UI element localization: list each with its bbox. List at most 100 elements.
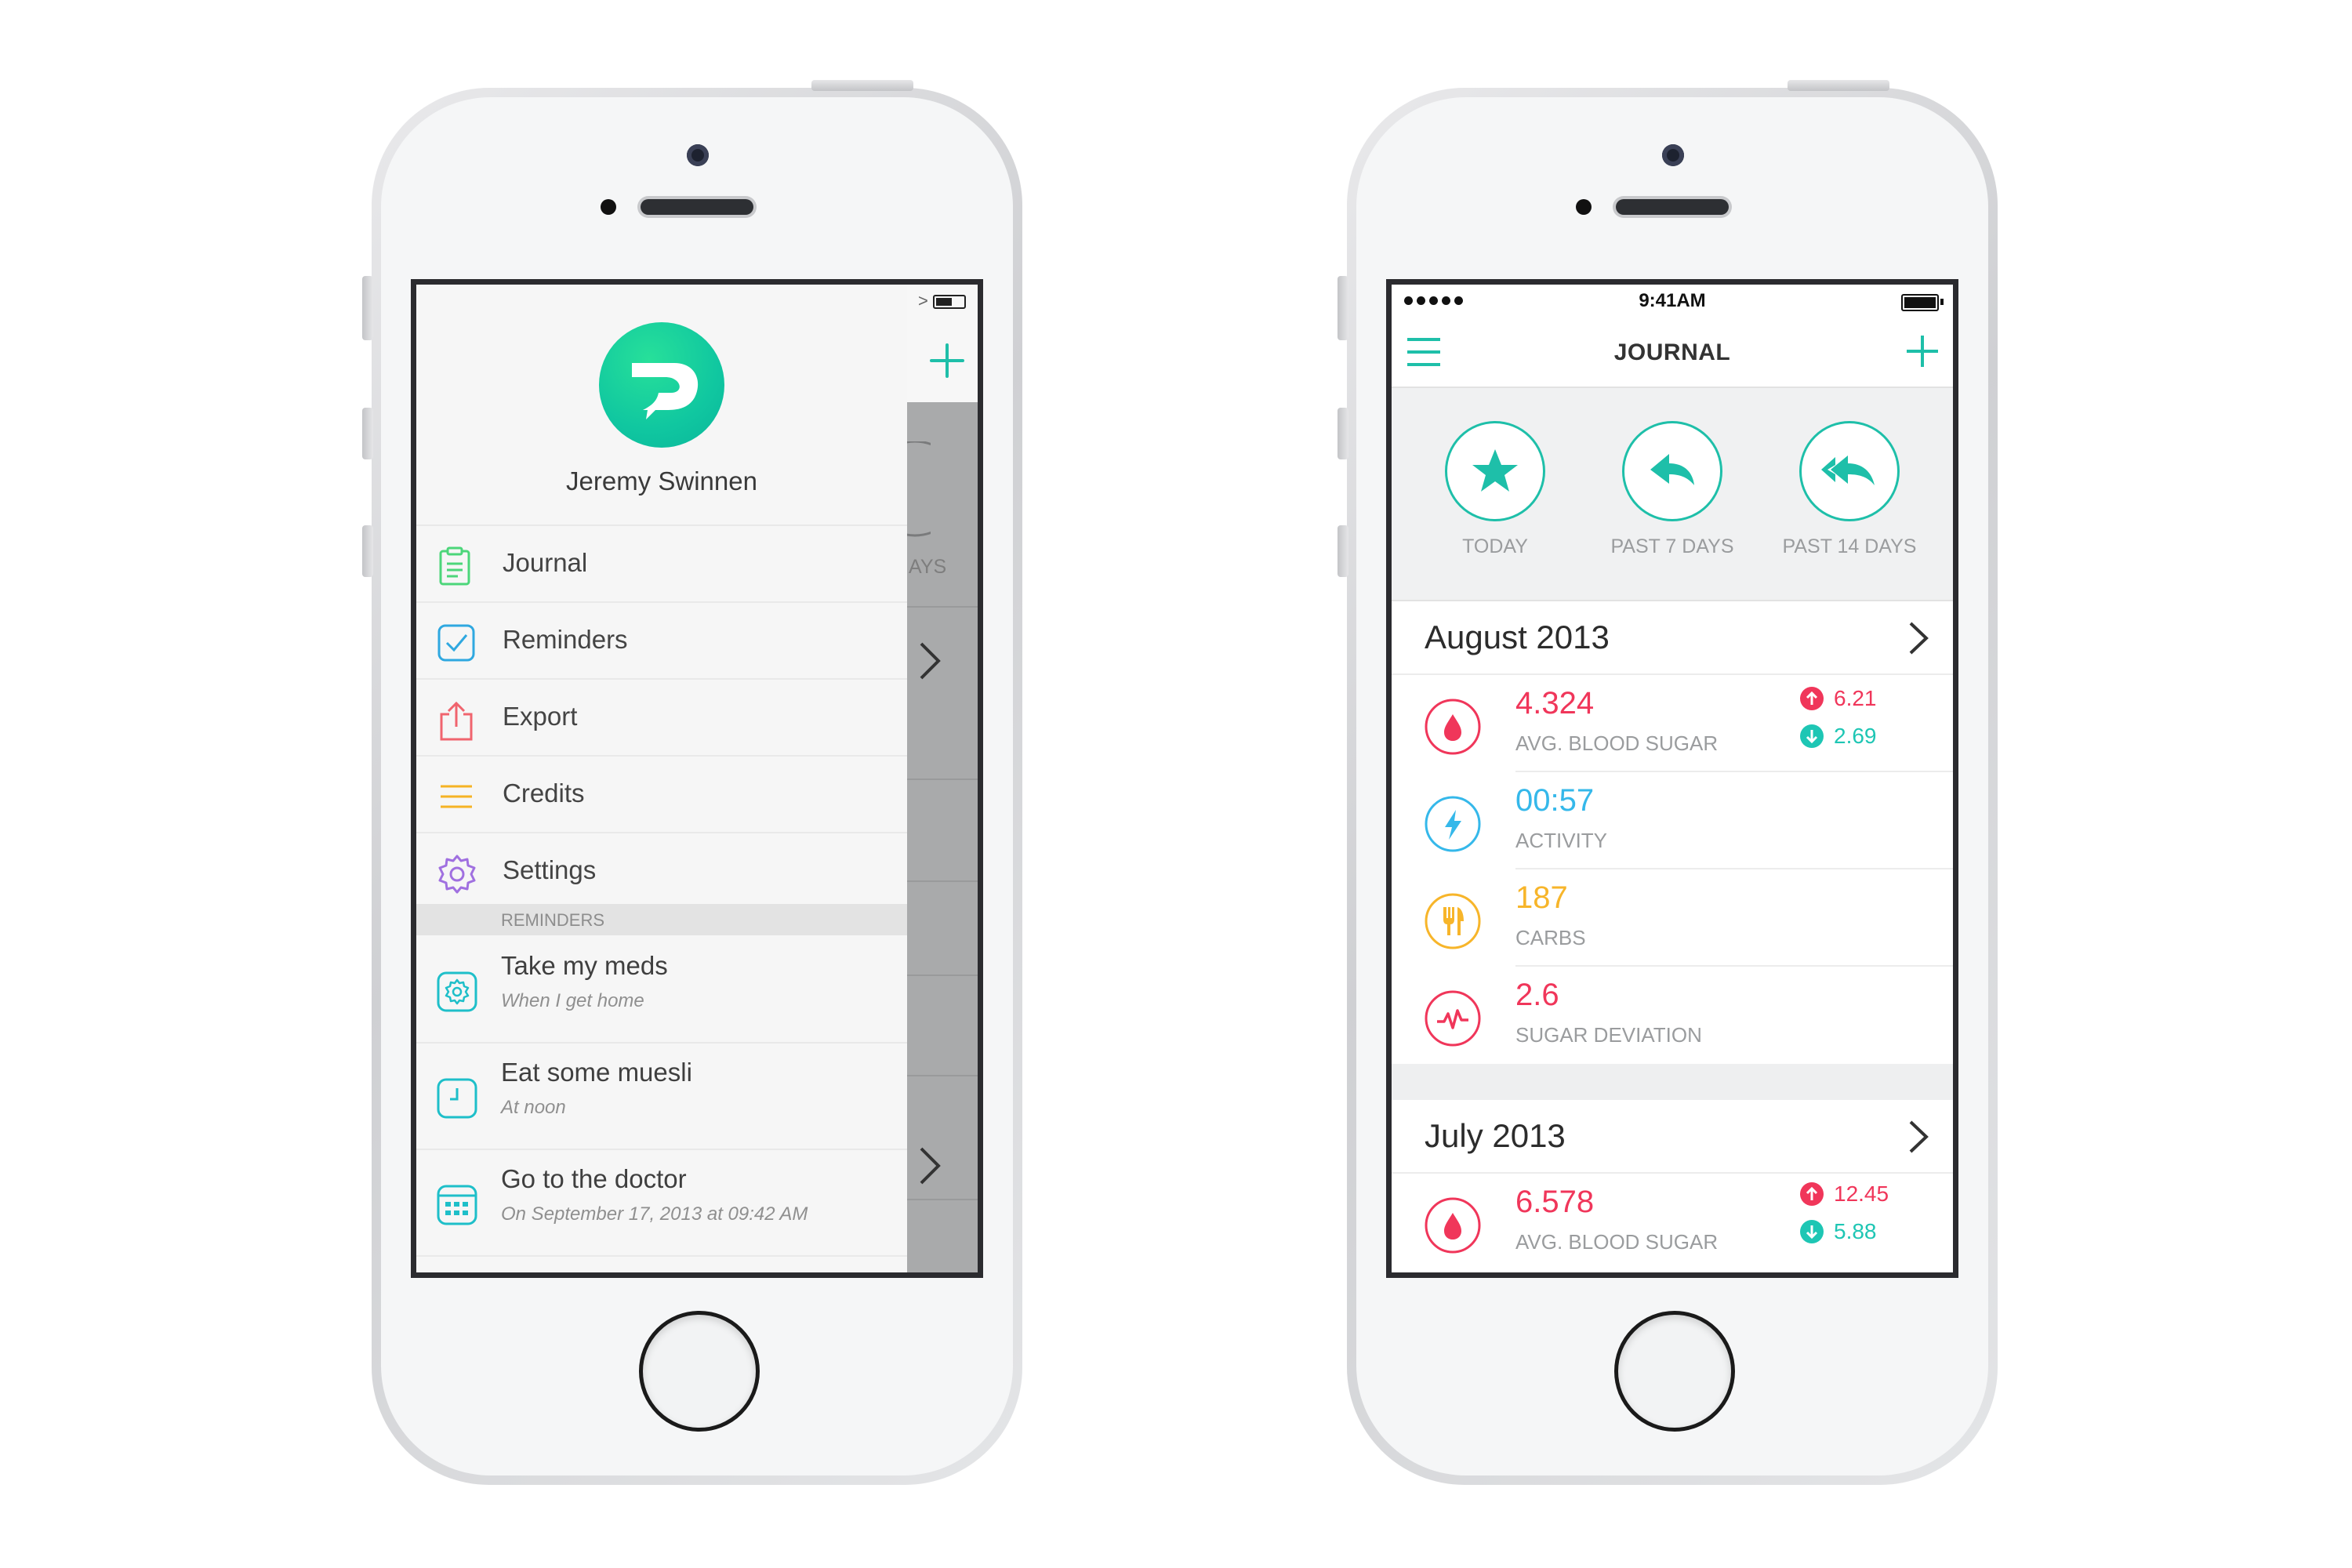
user-name: Jeremy Swinnen [566,466,757,495]
stat-avg-blood-sugar[interactable]: 4.324 AVG. BLOOD SUGAR 6.21 2.69 [1392,675,1953,772]
front-camera [687,144,709,166]
reminder-item[interactable]: Go to the doctor On September 17, 2013 a… [416,1149,907,1257]
divider [907,1199,978,1200]
stat-label: SUGAR DEVIATION [1515,1023,1702,1047]
reminders-section-header: REMINDERS [416,904,907,935]
stat-carbs[interactable]: 187 CARBS [1392,869,1953,967]
power-button [1788,80,1889,91]
divider [907,975,978,976]
stat-label: AVG. BLOOD SUGAR [1515,1230,1719,1254]
arrow-down-circle-icon [1800,724,1824,748]
stat-label: AVG. BLOOD SUGAR [1515,731,1719,755]
filter-button[interactable] [1622,421,1722,521]
divider [907,606,978,608]
month-title: August 2013 [1425,619,1610,655]
month-header-august[interactable]: August 2013 [1392,601,1953,675]
stat-label: ACTIVITY [1515,829,1608,852]
plus-icon[interactable] [1904,333,1940,373]
menu-item-journal[interactable]: Journal [416,524,907,603]
divider [907,779,978,780]
period-filters: TODAY PAST 7 DAYS PAST 14 DAYS [1392,388,1953,601]
proximity-sensor [1576,199,1592,215]
section-header-label: REMINDERS [501,910,605,930]
filter-label: PAST 14 DAYS [1782,535,1917,557]
earpiece-speaker [1616,199,1729,215]
menu-item-export[interactable]: Export [416,678,907,757]
stat-value: 4.324 [1515,686,1595,720]
clipboard-icon [437,546,473,586]
reminder-subtitle: On September 17, 2013 at 09:42 AM [501,1203,808,1225]
delta-down-value: 5.88 [1834,1219,1877,1243]
battery-tip [1940,299,1944,305]
stat-value: 2.6 [1515,978,1559,1012]
checkbox-icon [437,623,476,662]
list-lines-icon [437,777,476,816]
delta-down: 5.88 [1799,1219,1877,1244]
delta-up-value: 12.45 [1834,1181,1889,1206]
delta-down-value: 2.69 [1834,724,1877,748]
volume-down-button [1338,525,1348,577]
calendar-icon [437,1185,477,1225]
volume-up-button [1338,408,1348,459]
menu-item-credits[interactable]: Credits [416,755,907,833]
page-title: JOURNAL [1613,339,1731,365]
avatar[interactable] [599,322,724,448]
filter-past-7-days[interactable]: PAST 7 DAYS [1584,421,1760,558]
nav-bar: JOURNAL [1392,316,1953,388]
menu-item-label: Credits [503,779,585,808]
background-filter-label: AYS [909,556,947,578]
clock-icon [437,1078,477,1119]
reminder-subtitle: When I get home [501,990,644,1011]
proximity-sensor [601,199,616,215]
reminder-subtitle: At noon [501,1097,566,1118]
share-icon [437,700,476,741]
chevron-right-icon [920,642,941,680]
filter-button[interactable] [1445,421,1545,521]
plus-icon[interactable] [927,341,967,380]
background-navbar: > [907,285,978,402]
stat-avg-blood-sugar[interactable]: 6.578 AVG. BLOOD SUGAR 12.45 5.88 [1392,1174,1953,1271]
stat-sugar-deviation[interactable]: 2.6 SUGAR DEVIATION [1392,967,1953,1064]
gear-icon [437,854,477,895]
menu-item-reminders[interactable]: Reminders [416,601,907,680]
filter-label: TODAY [1462,535,1528,557]
volume-down-button [362,525,373,577]
reminder-item[interactable]: Eat some muesli At noon [416,1042,907,1150]
menu-item-settings[interactable]: Settings [416,832,907,910]
mute-switch [362,276,373,340]
home-button[interactable] [639,1311,760,1432]
side-drawer: Jeremy Swinnen Journal Reminders Export … [416,285,907,1272]
menu-item-label: Journal [503,548,588,577]
volume-up-button [362,408,373,459]
menu-item-label: Settings [503,855,597,884]
background-journal-peek: > AYS [866,285,978,1272]
stat-value: 187 [1515,880,1568,915]
stat-activity[interactable]: 00:57 ACTIVITY [1392,772,1953,869]
arrow-up-circle-icon [1800,1182,1824,1206]
svg-text:>: > [918,291,928,310]
power-button [811,80,913,91]
status-time: 9:41AM [1639,290,1706,311]
chevron-right-icon [920,1147,941,1185]
delta-down: 2.69 [1799,724,1877,749]
menu-item-label: Export [503,702,578,731]
reminder-item[interactable]: Take my meds When I get home [416,935,907,1044]
right-screen: 9:41AM JOURNAL TODAY PAST 7 DAYS PAST 14… [1386,279,1958,1278]
month-title: July 2013 [1425,1117,1566,1154]
left-screen: > AYS Jeremy Swinnen Journal Reminders E… [411,279,983,1278]
reminder-title: Go to the doctor [501,1164,687,1193]
arrow-down-circle-icon [1800,1220,1824,1243]
star-icon [1472,449,1518,492]
home-button[interactable] [1614,1311,1735,1432]
app-logo-icon [632,363,699,419]
reminder-title: Eat some muesli [501,1058,692,1087]
filter-today[interactable]: TODAY [1407,421,1583,558]
drop-icon [1425,699,1481,759]
reply-icon [1650,454,1694,485]
filter-past-14-days[interactable]: PAST 14 DAYS [1762,421,1937,558]
month-header-july[interactable]: July 2013 [1392,1100,1953,1174]
filter-button[interactable] [1799,421,1900,521]
pulse-icon [1425,990,1481,1051]
battery-icon: > [918,291,966,310]
chevron-right-icon [1904,619,1933,662]
